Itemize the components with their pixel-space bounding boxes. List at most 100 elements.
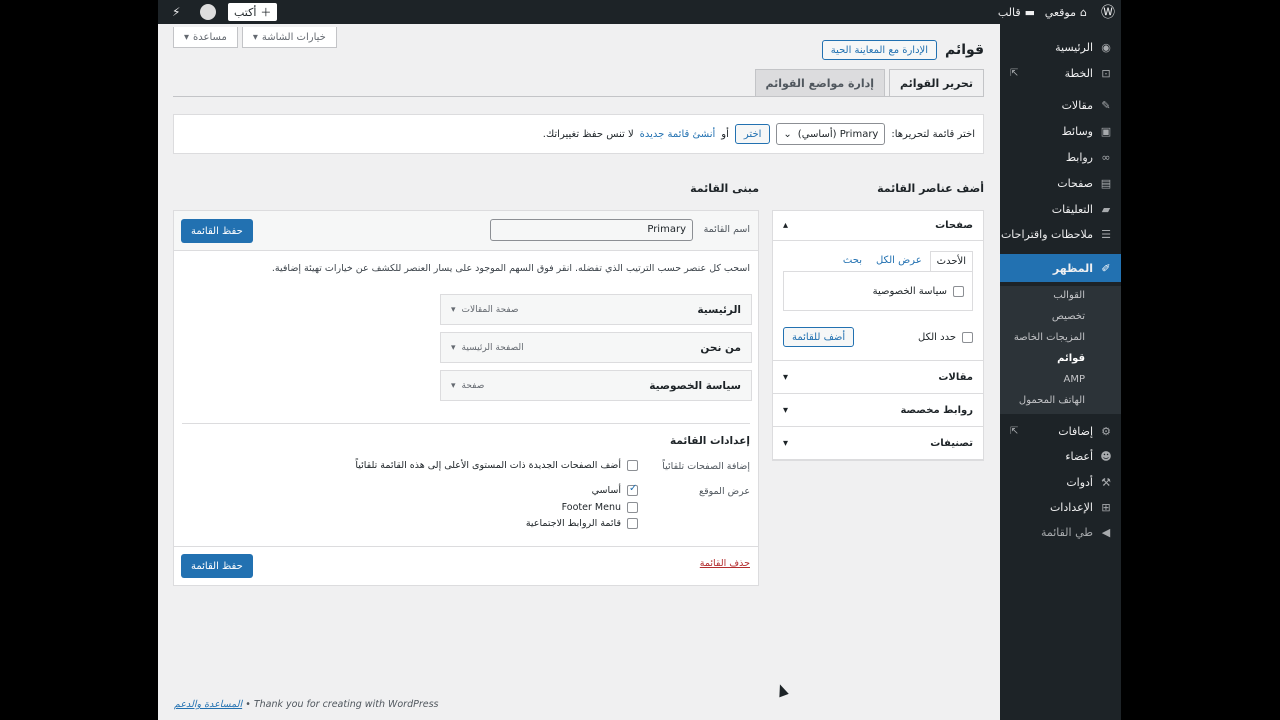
sidebar-item-plan[interactable]: ⊡ الخطة ⇱ xyxy=(1000,60,1121,86)
user-icon: ☻ xyxy=(1100,449,1112,463)
menu-structure-panel: اسم القائمة Primary حفظ القائمة اسحب كل … xyxy=(173,210,759,586)
tab-view-all[interactable]: عرض الكل xyxy=(870,251,928,271)
submenu-widgets[interactable]: المزيجات الخاصة xyxy=(1000,328,1121,348)
menu-item-about[interactable]: من نحن ▾ الصفحة الرئيسية xyxy=(440,332,752,363)
screen-meta-links: ▾ مساعدة ▾ خيارات الشاشة xyxy=(173,27,337,48)
menu-item-title: من نحن xyxy=(700,341,741,354)
display-location-label: عرض الموقع xyxy=(699,486,750,497)
help-tab[interactable]: ▾ مساعدة xyxy=(173,27,238,48)
dashboard-icon: ◉ xyxy=(1101,40,1111,54)
caret-down-icon[interactable]: ▾ xyxy=(451,343,456,353)
sidebar-item-pages[interactable]: ▤ صفحات xyxy=(1000,170,1121,196)
menu-item-type: ▾ صفحة المقالات xyxy=(451,305,519,315)
caret-down-icon: ▾ xyxy=(184,31,190,43)
new-content-button[interactable]: ＋ أكتب xyxy=(228,3,278,21)
location-social[interactable]: قائمة الروابط الاجتماعية xyxy=(526,518,638,529)
location-social-checkbox[interactable] xyxy=(627,518,638,529)
sidebar-item-users[interactable]: ☻ أعضاء xyxy=(1000,443,1121,469)
sidebar-item-posts[interactable]: ✎ مقالات xyxy=(1000,92,1121,118)
menu-select[interactable]: Primary (أساسي) ⌄ xyxy=(776,123,886,145)
add-to-menu-button[interactable]: أضف للقائمة xyxy=(783,327,855,347)
home-icon: ⌂ xyxy=(1080,5,1087,19)
add-items-title: أضف عناصر القائمة xyxy=(877,182,984,195)
categories-section-header[interactable]: تصنيفات ▾ xyxy=(773,427,983,460)
posts-section-header[interactable]: مقالات ▾ xyxy=(773,361,983,394)
submenu-customize[interactable]: تخصيص xyxy=(1000,307,1121,327)
wordpress-logo-icon[interactable]: Ⓦ xyxy=(1101,0,1115,24)
sidebar-item-media[interactable]: ▣ وسائط xyxy=(1000,118,1121,144)
submenu-menus[interactable]: قوائم xyxy=(1000,349,1121,369)
footer-separator: • xyxy=(245,699,251,710)
caret-down-icon: ▾ xyxy=(783,437,789,449)
location-primary[interactable]: أساسي xyxy=(592,483,638,496)
plugin-icon: ⚙ xyxy=(1101,424,1111,438)
manage-live-preview-button[interactable]: الإدارة مع المعاينة الحية xyxy=(821,40,938,60)
sidebar-collapse[interactable]: ◀ طي القائمة xyxy=(1000,519,1121,545)
tab-manage-locations[interactable]: إدارة مواضع القوائم xyxy=(754,69,886,96)
external-link-icon: ⇱ xyxy=(1010,67,1019,79)
location-footer[interactable]: Footer Menu xyxy=(562,502,638,513)
auto-add-checkbox[interactable] xyxy=(627,460,638,471)
sidebar-item-feedback[interactable]: ☰ ملاحظات واقتراحات xyxy=(1000,221,1121,247)
menu-name-input[interactable]: Primary xyxy=(490,219,693,241)
submenu-mobile[interactable]: الهاتف المحمول xyxy=(1000,391,1121,411)
sidebar-item-settings[interactable]: ⊞ الإعدادات xyxy=(1000,494,1121,520)
location-primary-checkbox[interactable] xyxy=(627,483,638,496)
site-name-link[interactable]: ⌂ موقعي xyxy=(1045,0,1087,24)
chevron-down-icon: ⌄ xyxy=(783,128,792,140)
location-footer-label: Footer Menu xyxy=(561,502,621,513)
amp-icon[interactable]: ⚡ xyxy=(172,0,180,24)
pages-actions: حدد الكل أضف للقائمة xyxy=(783,327,973,347)
save-menu-button-top[interactable]: حفظ القائمة xyxy=(181,219,253,243)
location-social-label: قائمة الروابط الاجتماعية xyxy=(525,518,621,529)
tab-recent[interactable]: الأحدث xyxy=(929,251,973,271)
sidebar-item-appearance[interactable]: ✐ المظهر xyxy=(1000,254,1121,282)
custom-links-section-header[interactable]: روابط مخصصة ▾ xyxy=(773,394,983,427)
tab-search[interactable]: بحث xyxy=(837,251,868,271)
pages-tabs: الأحدث عرض الكل بحث xyxy=(783,251,973,271)
media-icon: ▣ xyxy=(1100,124,1112,138)
sidebar-item-tools[interactable]: ⚒ أدوات xyxy=(1000,469,1121,495)
caret-down-icon[interactable]: ▾ xyxy=(451,381,456,391)
footer-help-link[interactable]: المساعدة والدعم xyxy=(174,699,242,710)
menu-item-title: الرئيسية xyxy=(697,303,741,316)
select-all-checkbox[interactable] xyxy=(962,331,973,343)
select-menu-button[interactable]: اختر xyxy=(734,124,771,144)
auto-add-control[interactable]: أضف الصفحات الجديدة ذات المستوى الأعلى إ… xyxy=(355,460,638,471)
sidebar-item-label: روابط xyxy=(1065,150,1093,164)
wrench-icon: ⚒ xyxy=(1101,475,1111,489)
menu-item-home[interactable]: الرئيسية ▾ صفحة المقالات xyxy=(440,294,752,325)
submenu-amp[interactable]: AMP xyxy=(1000,370,1121,390)
pages-section-header[interactable]: صفحات ▴ xyxy=(773,211,983,241)
select-all-control[interactable]: حدد الكل xyxy=(918,331,973,343)
tab-edit-menus[interactable]: تحرير القوائم xyxy=(889,69,984,96)
help-label: مساعدة xyxy=(193,31,227,43)
avatar[interactable] xyxy=(200,4,216,20)
nav-tabs: تحرير القوائم إدارة مواضع القوائم xyxy=(754,69,984,96)
sidebar-item-links[interactable]: ∞ روابط xyxy=(1000,144,1121,170)
posts-section-title: مقالات xyxy=(938,371,973,383)
delete-menu-link[interactable]: حذف القائمة xyxy=(700,558,750,569)
submenu-themes[interactable]: القوالب xyxy=(1000,286,1121,306)
save-reminder: لا تنس حفظ تغييراتك. xyxy=(542,128,634,140)
sidebar-item-plugins[interactable]: ⚙ إضافات ⇱ xyxy=(1000,418,1121,444)
screen-options-tab[interactable]: ▾ خيارات الشاشة xyxy=(241,27,337,48)
sidebar-item-label: أعضاء xyxy=(1065,449,1093,463)
sidebar-item-dashboard[interactable]: ◉ الرئيسية xyxy=(1000,34,1121,60)
privacy-page-checkbox[interactable] xyxy=(953,285,964,297)
save-menu-button-bottom[interactable]: حفظ القائمة xyxy=(181,554,253,578)
sidebar-item-comments[interactable]: ▰ التعليقات xyxy=(1000,196,1121,222)
theme-link[interactable]: ▬ قالب xyxy=(998,0,1035,24)
sidebar-item-label: مقالات xyxy=(1061,98,1093,112)
comment-icon: ▰ xyxy=(1101,202,1111,216)
sidebar-item-label: طي القائمة xyxy=(1040,525,1093,539)
pages-checklist: سياسة الخصوصية xyxy=(783,271,973,311)
privacy-page-label: سياسة الخصوصية xyxy=(872,285,947,297)
menu-item-privacy[interactable]: سياسة الخصوصية ▾ صفحة xyxy=(440,370,752,401)
new-label: أكتب xyxy=(234,5,257,19)
location-footer-checkbox[interactable] xyxy=(627,502,638,513)
page-heading: قوائم الإدارة مع المعاينة الحية xyxy=(821,40,984,60)
caret-down-icon[interactable]: ▾ xyxy=(451,305,456,315)
select-menu-label: اختر قائمة لتحريرها: xyxy=(891,128,975,140)
create-menu-link[interactable]: أنشئ قائمة جديدة xyxy=(640,129,716,140)
